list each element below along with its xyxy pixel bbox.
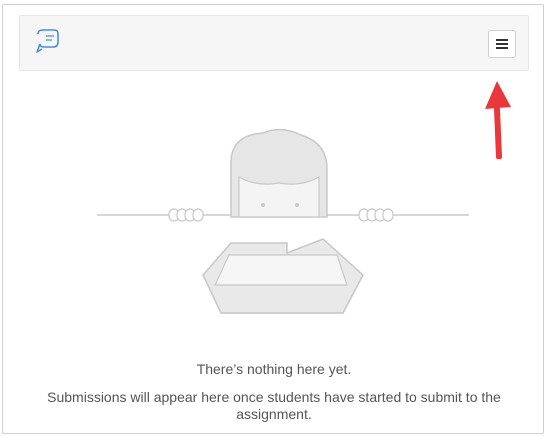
- empty-state-title: There’s nothing here yet.: [196, 361, 352, 377]
- top-toolbar: [19, 15, 529, 71]
- peeking-character-with-empty-tray-icon: [97, 128, 469, 314]
- empty-state-description: Submissions will appear here once studen…: [47, 389, 501, 422]
- pencil-stylus-logo-icon: [34, 28, 62, 58]
- menu-button[interactable]: [488, 30, 516, 58]
- red-arrow-icon: [485, 81, 511, 159]
- submissions-panel: There’s nothing here yet. Submissions wi…: [2, 4, 544, 434]
- hamburger-menu-icon: [496, 39, 508, 49]
